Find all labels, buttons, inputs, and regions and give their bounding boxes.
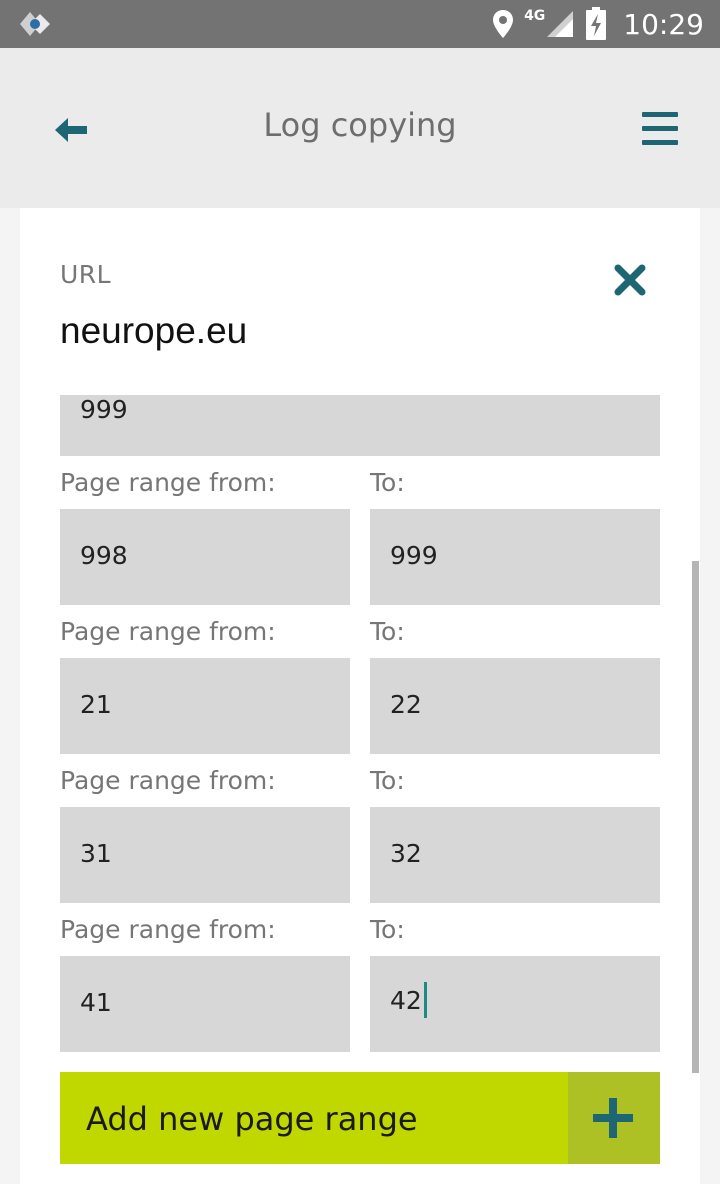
app-bar: Log copying: [0, 48, 720, 208]
hamburger-menu-icon: [642, 112, 678, 117]
log-entry-card: URL neurope.eu 999 Page range from: To: …: [20, 208, 700, 1184]
page-range-to-input[interactable]: 999: [370, 509, 660, 605]
add-page-range-button[interactable]: Add new page range: [60, 1072, 660, 1164]
app-notification-icon: [20, 12, 50, 36]
remove-entry-button[interactable]: [612, 262, 648, 302]
plus-icon: [593, 1098, 633, 1138]
page-range-to-input[interactable]: 22: [370, 658, 660, 754]
page-range-from-label: Page range from:: [60, 915, 276, 944]
menu-button[interactable]: [636, 108, 684, 152]
page-range-list[interactable]: 999 Page range from: To: 998 999 Page ra…: [20, 395, 700, 1184]
clock: 10:29: [623, 7, 704, 41]
page-title: Log copying: [263, 106, 457, 144]
status-bar: 4G 10:29: [0, 0, 720, 48]
battery-charging-icon: [586, 7, 607, 40]
page-range-from-label: Page range from:: [60, 468, 276, 497]
page-range-from-input[interactable]: 31: [60, 807, 350, 903]
page-range-from-input[interactable]: 998: [60, 509, 350, 605]
page-range-from-label: Page range from:: [60, 766, 276, 795]
page-range-to-label: To:: [370, 617, 405, 646]
page-range-to-value: 42: [390, 986, 422, 1015]
page-range-to-label: To:: [370, 915, 405, 944]
page-range-from-label: Page range from:: [60, 617, 276, 646]
add-page-range-label: Add new page range: [86, 1100, 418, 1138]
network-type: 4G: [524, 8, 546, 24]
page-range-to-input-partial[interactable]: 999: [60, 395, 660, 456]
url-label: URL: [60, 260, 112, 289]
url-value: neurope.eu: [60, 310, 248, 351]
page-range-to-label: To:: [370, 468, 405, 497]
scrollbar[interactable]: [692, 561, 699, 1073]
page-range-to-input-focused[interactable]: 42: [370, 956, 660, 1052]
close-icon: [614, 264, 646, 296]
page-range-from-input[interactable]: 21: [60, 658, 350, 754]
signal-icon: [547, 11, 574, 37]
text-cursor: [423, 982, 427, 1018]
page-range-from-input[interactable]: 41: [60, 956, 350, 1052]
location-icon: [493, 10, 514, 38]
page-range-to-input[interactable]: 32: [370, 807, 660, 903]
page-range-to-label: To:: [370, 766, 405, 795]
